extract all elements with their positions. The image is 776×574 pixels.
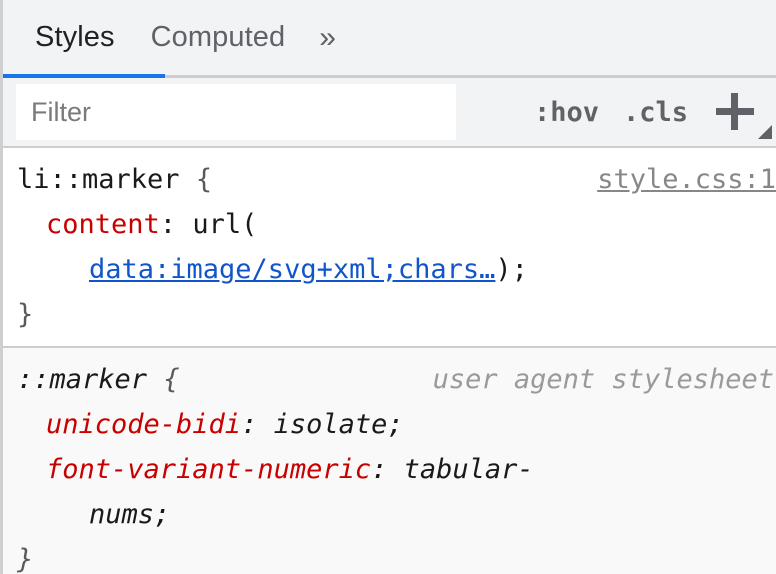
close-brace: } [3, 537, 776, 574]
tab-computed-label: Computed [151, 21, 286, 53]
cls-label: .cls [623, 97, 688, 128]
rule-origin-label: user agent stylesheet [433, 357, 774, 402]
rule-selector[interactable]: ::marker [17, 364, 147, 395]
triangle-down-icon [758, 125, 772, 139]
declaration-property[interactable]: content [46, 209, 160, 240]
tab-styles-label: Styles [35, 21, 115, 53]
declaration-property[interactable]: unicode-bidi [46, 409, 241, 440]
declaration-colon: : [241, 409, 257, 440]
css-declaration[interactable]: content: url( data:image/svg+xml;chars…)… [3, 202, 776, 292]
rule-header: ::marker { user agent stylesheet [3, 357, 776, 402]
css-declaration[interactable]: font-variant-numeric: tabular- nums; [3, 447, 776, 537]
declaration-value[interactable]: isolate; [274, 409, 404, 440]
rule-origin-link[interactable]: style.css:1 [597, 157, 776, 202]
rule-selector[interactable]: li::marker [17, 164, 180, 195]
declaration-value-prefix: url( [192, 209, 257, 240]
new-style-rule-button[interactable] [708, 83, 770, 141]
declaration-property[interactable]: font-variant-numeric [46, 454, 371, 485]
tab-styles[interactable]: Styles [17, 23, 133, 52]
declaration-value-line1: tabular- [404, 454, 534, 485]
chevron-double-right-icon[interactable]: » [303, 23, 352, 53]
close-brace: } [3, 292, 776, 337]
styles-toolbar: :hov .cls [3, 78, 776, 148]
rule-header: li::marker { style.css:1 [3, 157, 776, 202]
open-brace: { [196, 164, 212, 195]
toggle-class-button[interactable]: .cls [611, 97, 700, 128]
css-rule-user-agent[interactable]: ::marker { user agent stylesheet unicode… [3, 348, 776, 574]
toolbar-actions: :hov .cls [522, 83, 776, 141]
declaration-value-link[interactable]: data:image/svg+xml;chars… [89, 254, 495, 285]
declaration-value-suffix: ); [495, 254, 528, 285]
hov-label: :hov [534, 97, 599, 128]
css-rules-list: li::marker { style.css:1 content: url( d… [3, 148, 776, 574]
plus-icon-stem [731, 93, 738, 130]
css-rule-author[interactable]: li::marker { style.css:1 content: url( d… [3, 148, 776, 348]
declaration-colon: : [160, 209, 176, 240]
panel-tabbar: Styles Computed » [3, 0, 776, 78]
tab-overflow-label: » [319, 21, 336, 54]
filter-input[interactable] [16, 84, 456, 140]
css-declaration[interactable]: unicode-bidi: isolate; [3, 402, 776, 447]
toggle-element-state-button[interactable]: :hov [522, 97, 611, 128]
declaration-value-line2: nums; [46, 492, 776, 537]
open-brace: { [163, 364, 179, 395]
tab-computed[interactable]: Computed [133, 23, 304, 52]
styles-panel: Styles Computed » :hov .cls [0, 0, 776, 574]
declaration-colon: : [371, 454, 387, 485]
